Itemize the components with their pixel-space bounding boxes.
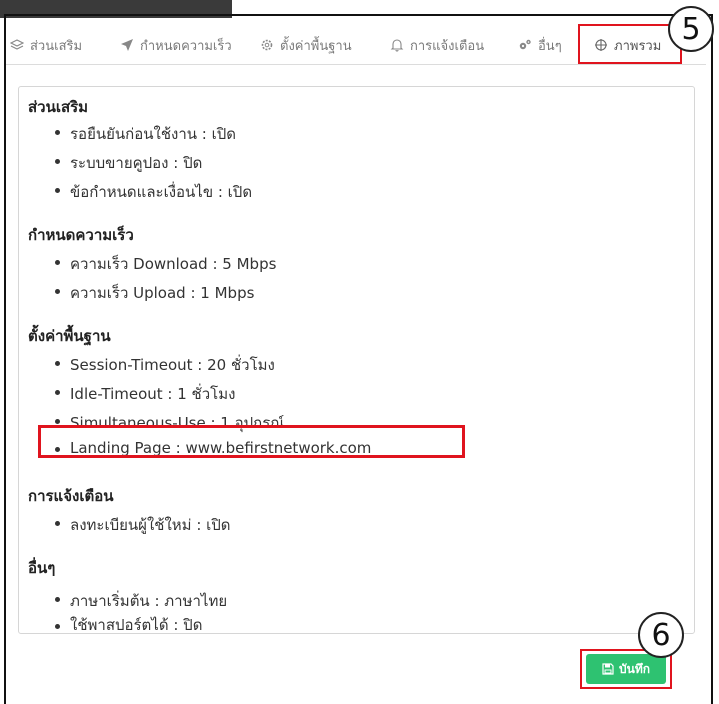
highlight-box-landing-page [38,425,465,458]
step-number-5: 5 [668,6,714,52]
layers-icon [10,39,24,50]
location-arrow-icon [121,39,133,51]
list-item: ระบบขายคูปอง : ปิด [70,154,203,172]
tab-speed[interactable]: กำหนดความเร็ว [120,26,232,64]
bullet [55,521,60,526]
save-button-label: บันทึก [619,661,650,676]
bullet [55,130,60,135]
tab-label: ตั้งค่าพื้นฐาน [280,38,352,54]
save-button[interactable]: บันทึก [586,654,666,684]
section-title: ส่วนเสริม [28,98,89,116]
list-item: ข้อกำหนดและเงื่อนไข : เปิด [70,183,253,201]
tab-label: กำหนดความเร็ว [140,38,232,54]
tab-label: ส่วนเสริม [30,38,83,54]
list-item: ภาษาเริ่มต้น : ภาษาไทย [70,592,228,610]
bell-icon [390,39,404,52]
floppy-disk-icon [602,663,614,675]
list-item: ลงทะเบียนผู้ใช้ใหม่ : เปิด [70,516,231,534]
tab-label: การแจ้งเตือน [410,38,485,54]
bullet [55,597,60,602]
tab-notifications[interactable]: การแจ้งเตือน [390,26,484,64]
gears-icon [519,39,531,50]
list-item: Session-Timeout : 20 ชั่วโมง [70,356,275,374]
bullet [55,159,60,164]
tab-label: อื่นๆ [538,38,562,54]
bullet [55,624,60,629]
gear-icon [261,39,273,51]
bullet [55,188,60,193]
step-number-6: 6 [638,612,684,658]
bullet [55,289,60,294]
section-title: การแจ้งเตือน [28,487,114,505]
bullet [55,260,60,265]
list-item: รอยืนยันก่อนใช้งาน : เปิด [70,125,236,143]
list-item: ความเร็ว Upload : 1 Mbps [70,284,255,302]
highlight-box-overview-tab [578,24,682,64]
section-title: ตั้งค่าพื้นฐาน [28,327,111,345]
bullet [55,419,60,424]
list-item: ใช้พาสปอร์ตได้ : ปิด [70,616,203,634]
section-title: อื่นๆ [28,559,56,577]
section-title: กำหนดความเร็ว [28,226,134,244]
tab-addons[interactable]: ส่วนเสริม [10,26,82,64]
list-item: Idle-Timeout : 1 ชั่วโมง [70,385,236,403]
tab-basic-settings[interactable]: ตั้งค่าพื้นฐาน [260,26,352,64]
bullet [55,361,60,366]
bullet [55,390,60,395]
tab-others[interactable]: อื่นๆ [518,26,562,64]
list-item: ความเร็ว Download : 5 Mbps [70,255,277,273]
